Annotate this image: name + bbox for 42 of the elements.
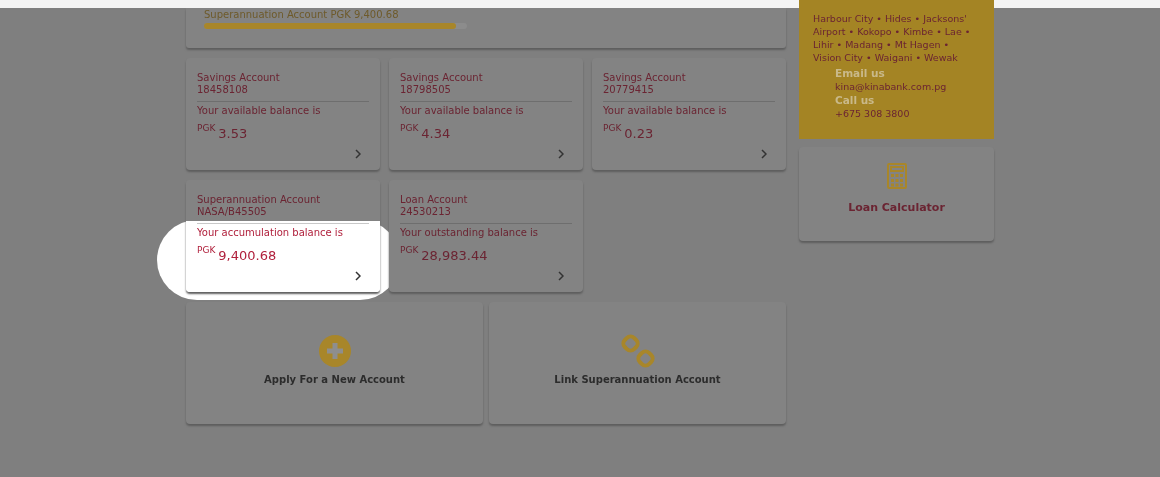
account-type: Savings Account: [603, 72, 687, 84]
account-number: 18798505: [400, 84, 452, 96]
plus-circle-icon: [317, 334, 352, 368]
account-card[interactable]: Loan Account 24530213 Your outstanding balance is PGK 28,983.44: [389, 180, 583, 292]
account-type: Savings Account: [400, 72, 484, 84]
account-card[interactable]: Superannuation Account NASA/B45505 Your accumulation balance is PGK 9,400.68: [186, 180, 380, 292]
balance-amount: 28,983.44: [421, 248, 488, 263]
account-number: 20779415: [603, 84, 655, 96]
account-card[interactable]: Savings Account 18458108 Your available balance is PGK 3.53: [186, 58, 380, 170]
account-type: Savings Account: [197, 72, 281, 84]
balance-caption: Your accumulation balance is: [197, 227, 344, 239]
summary-label: Superannuation Account PGK 9,400.68: [204, 9, 400, 20]
currency-label: PGK: [197, 245, 216, 255]
calculator-icon: [886, 163, 907, 189]
currency-label: PGK: [197, 123, 216, 133]
loan-calculator-button[interactable]: Loan Calculator: [799, 147, 994, 241]
account-number: NASA/B45505: [197, 206, 268, 218]
chain-link-icon: [620, 334, 655, 368]
balance-caption: Your available balance is: [400, 105, 525, 117]
account-type: Superannuation Account: [197, 194, 322, 206]
email-link[interactable]: kina@kinabank.com.pg: [835, 81, 980, 92]
account-card[interactable]: Savings Account 18798505 Your available balance is PGK 4.34: [389, 58, 583, 170]
action-card[interactable]: Link Superannuation Account: [489, 302, 786, 424]
phone-number: +675 308 3800: [835, 108, 911, 119]
balance-amount: 0.23: [624, 126, 654, 141]
phone-heading: Call us: [835, 94, 876, 106]
balance-caption: Your available balance is: [603, 105, 728, 117]
balance-caption: Your outstanding balance is: [400, 227, 540, 239]
email-heading: Email us: [835, 67, 886, 79]
currency-label: PGK: [603, 123, 622, 133]
action-card[interactable]: Apply For a New Account: [186, 302, 483, 424]
account-number: 18458108: [197, 84, 249, 96]
balance-amount: 3.53: [218, 126, 248, 141]
account-card[interactable]: Savings Account 20779415 Your available balance is PGK 0.23: [592, 58, 786, 170]
currency-label: PGK: [400, 123, 419, 133]
currency-label: PGK: [400, 245, 419, 255]
branch-list: Harbour City • Hides • Jacksons' Airport • Kokopo • Kimbe • Lae • Lihir • Madang • Mt Hagen • Vision City • Waigani • Wewak: [813, 12, 980, 64]
account-number: 24530213: [400, 206, 452, 218]
balance-caption: Your available balance is: [197, 105, 322, 117]
balance-amount: 4.34: [421, 126, 451, 141]
account-type: Loan Account: [400, 194, 469, 206]
balance-amount: 9,400.68: [218, 248, 277, 263]
